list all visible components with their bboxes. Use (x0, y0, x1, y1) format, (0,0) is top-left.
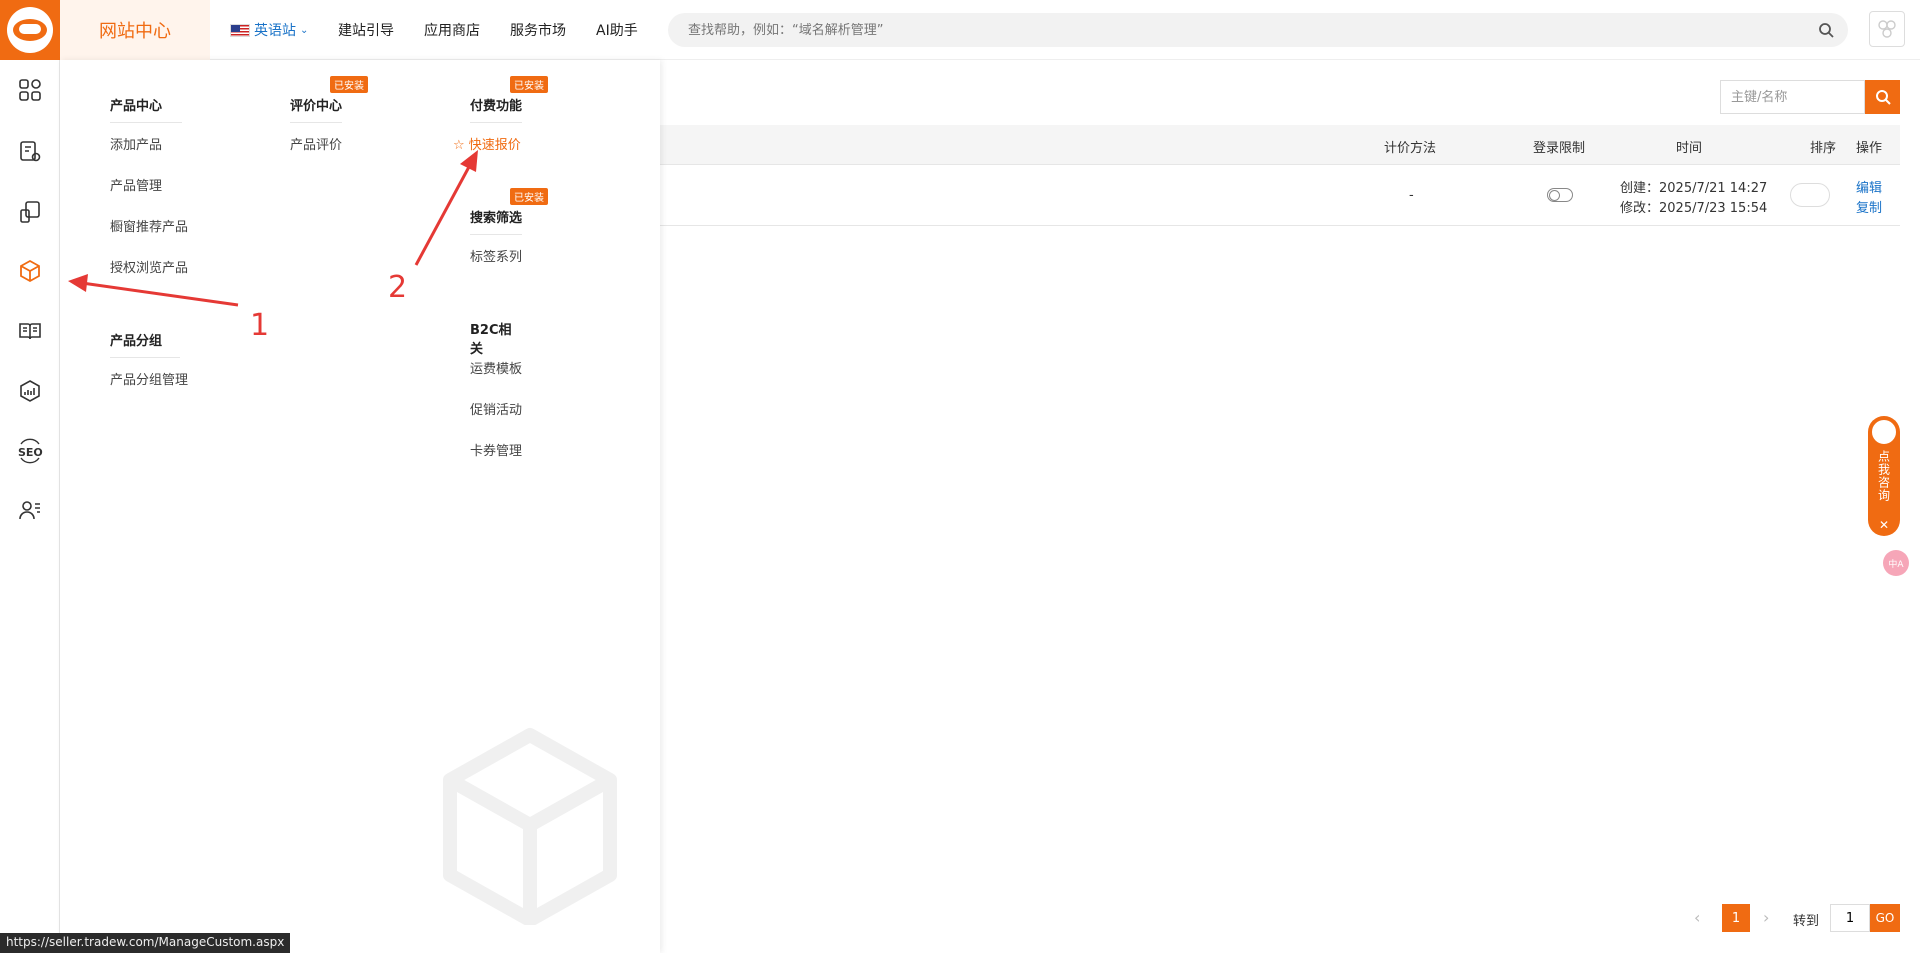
left-rail: SEO (0, 0, 60, 953)
next-page-icon[interactable]: › (1763, 908, 1769, 927)
menu-item-tag-series[interactable]: 标签系列 (470, 246, 522, 265)
search-icon[interactable] (1818, 22, 1834, 38)
menu-item-showcase-products[interactable]: 橱窗推荐产品 (110, 216, 188, 235)
installed-badge: 已安装 (330, 76, 368, 93)
modified-time: 修改：2025/7/23 15:54 (1620, 201, 1768, 216)
avatar[interactable] (1869, 11, 1905, 47)
column-header-pricing: 计价方法 (1384, 141, 1437, 156)
help-search (668, 13, 1848, 47)
menu-title-search-filter: 搜索筛选 (470, 207, 522, 235)
chevron-down-icon: ⌄ (300, 24, 309, 36)
menu-item-quick-quote-label: 快速报价 (468, 138, 521, 153)
nav-site-guide[interactable]: 建站引导 (338, 20, 394, 40)
svg-text:SEO: SEO (18, 446, 43, 459)
menu-title-review-center: 评价中心 (290, 95, 342, 123)
go-button[interactable]: GO (1870, 904, 1900, 932)
filter-search-button[interactable] (1865, 80, 1900, 114)
created-time: 创建：2025/7/21 14:27 (1620, 181, 1768, 196)
clipboard-settings-icon[interactable] (14, 135, 46, 167)
pricing-cell: - (1409, 188, 1414, 203)
top-bar: 网站中心 英语站 ⌄ 建站引导 应用商店 服务市场 AI助手 (60, 0, 1920, 60)
installed-badge: 已安装 (510, 188, 548, 205)
dashboard-icon[interactable] (14, 74, 46, 106)
menu-item-promotions[interactable]: 促销活动 (470, 399, 522, 418)
table-row: - 创建：2025/7/21 14:27 修改：2025/7/23 15:54 … (660, 166, 1900, 226)
bee-logo-icon (1870, 418, 1898, 446)
menu-item-group-manage[interactable]: 产品分组管理 (110, 369, 188, 388)
keyword-filter-input[interactable] (1720, 80, 1865, 114)
product-box-icon[interactable] (14, 255, 46, 287)
consult-label: 点我咨询 (1876, 450, 1891, 502)
login-limit-toggle[interactable] (1547, 188, 1573, 202)
search-icon (1875, 90, 1891, 105)
box-watermark-icon (443, 728, 617, 925)
analytics-icon[interactable] (14, 375, 46, 407)
menu-item-add-product[interactable]: 添加产品 (110, 134, 162, 153)
menu-item-product-manage[interactable]: 产品管理 (110, 175, 162, 194)
column-header-actions: 操作 (1856, 141, 1883, 156)
sort-order-input[interactable] (1790, 183, 1830, 207)
column-header-time: 时间 (1676, 141, 1703, 156)
menu-item-authorized-products[interactable]: 授权浏览产品 (110, 257, 188, 276)
close-icon[interactable]: ✕ (1879, 518, 1889, 532)
copy-link[interactable]: 复制 (1856, 197, 1882, 216)
help-search-input[interactable] (688, 22, 1788, 38)
site-switcher-label: 英语站 (254, 23, 296, 39)
column-header-sort: 排序 (1810, 141, 1837, 156)
menu-item-quick-quote[interactable]: ☆ 快速报价 (453, 134, 521, 153)
translate-icon[interactable]: 中A (1883, 550, 1909, 576)
menu-title-paid-features: 付费功能 (470, 95, 522, 123)
menu-title-product-center: 产品中心 (110, 95, 182, 123)
us-flag-icon (230, 23, 250, 37)
product-mega-menu: 产品中心 添加产品 产品管理 橱窗推荐产品 授权浏览产品 产品分组 产品分组管理… (60, 60, 660, 953)
installed-badge: 已安装 (510, 76, 548, 93)
menu-title-product-group: 产品分组 (110, 330, 180, 358)
logo[interactable] (0, 0, 60, 60)
star-icon: ☆ (453, 138, 465, 153)
site-switcher[interactable]: 英语站 ⌄ (230, 20, 308, 40)
menu-item-product-review[interactable]: 产品评价 (290, 134, 342, 153)
page-current[interactable]: 1 (1722, 904, 1750, 932)
user-list-icon[interactable] (14, 494, 46, 526)
seo-icon[interactable]: SEO (14, 435, 46, 467)
nav-ai-assistant[interactable]: AI助手 (596, 20, 638, 40)
nav-service-market[interactable]: 服务市场 (510, 20, 566, 40)
column-header-login-limit: 登录限制 (1533, 141, 1586, 156)
menu-item-coupons[interactable]: 卡券管理 (470, 440, 522, 459)
edit-link[interactable]: 编辑 (1856, 177, 1882, 196)
status-bar-url: https://seller.tradew.com/ManageCustom.a… (0, 933, 291, 953)
goto-page-input[interactable] (1830, 904, 1870, 932)
page-title[interactable]: 网站中心 (60, 0, 210, 60)
devices-icon[interactable] (14, 196, 46, 228)
menu-item-shipping-template[interactable]: 运费模板 (470, 358, 522, 377)
book-icon[interactable] (14, 315, 46, 347)
consult-widget[interactable]: 点我咨询 ✕ (1868, 416, 1900, 536)
annotation-number-1: 1 (250, 308, 270, 343)
prev-page-icon[interactable]: ‹ (1694, 908, 1700, 927)
nav-app-store[interactable]: 应用商店 (424, 20, 480, 40)
annotation-number-2: 2 (388, 270, 408, 305)
bee-logo-icon (7, 7, 53, 53)
goto-label: 转到 (1793, 914, 1820, 929)
table-header: 计价方法 登录限制 时间 排序 操作 (660, 125, 1900, 165)
